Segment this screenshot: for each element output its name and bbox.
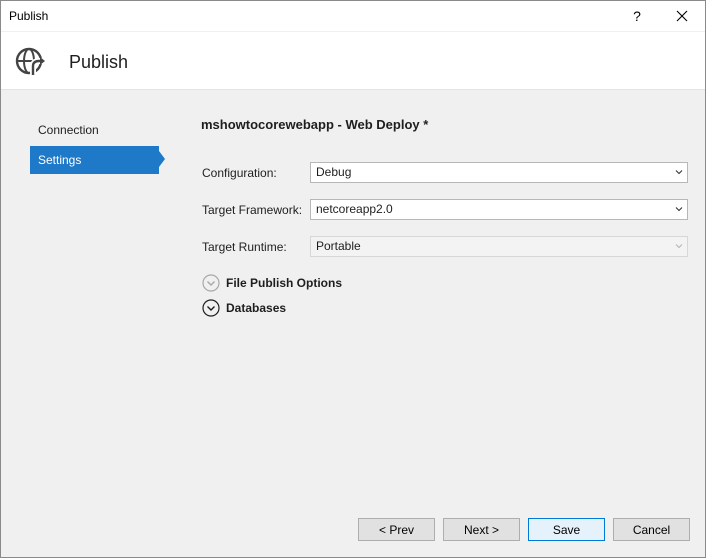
title-bar: Publish ? <box>1 1 705 32</box>
target-framework-label: Target Framework: <box>202 203 303 217</box>
header-banner: Publish <box>1 32 705 90</box>
nav-item-settings[interactable]: Settings <box>30 146 159 174</box>
databases-label: Databases <box>226 301 287 315</box>
help-button[interactable]: ? <box>627 6 647 26</box>
configuration-label: Configuration: <box>202 166 277 180</box>
file-publish-options-label: File Publish Options <box>226 276 343 290</box>
prev-button[interactable]: < Prev <box>358 518 435 541</box>
configuration-select[interactable]: Debug <box>310 162 688 183</box>
target-runtime-value: Portable <box>316 239 361 253</box>
cancel-button[interactable]: Cancel <box>613 518 690 541</box>
publish-dialog: Publish ? Publish Connection Settings ms… <box>0 0 706 558</box>
expand-chevron-icon <box>202 299 220 317</box>
target-framework-select[interactable]: netcoreapp2.0 <box>310 199 688 220</box>
window-title: Publish <box>9 9 49 23</box>
target-runtime-label: Target Runtime: <box>202 240 287 254</box>
chevron-down-icon <box>675 170 683 175</box>
target-framework-value: netcoreapp2.0 <box>316 202 393 216</box>
chevron-down-icon <box>675 207 683 212</box>
expand-chevron-icon <box>202 274 220 292</box>
close-icon <box>676 10 688 22</box>
globe-publish-icon <box>15 47 45 75</box>
configuration-value: Debug <box>316 165 352 179</box>
header-title: Publish <box>69 52 129 72</box>
nav-selection-arrow <box>159 151 165 167</box>
chevron-down-icon <box>675 244 683 249</box>
close-button[interactable] <box>669 5 695 27</box>
save-button[interactable]: Save <box>528 518 605 541</box>
target-runtime-select[interactable]: Portable <box>310 236 688 257</box>
profile-title: mshowtocorewebapp - Web Deploy * <box>201 117 429 132</box>
nav-item-connection[interactable]: Connection <box>30 116 159 144</box>
next-button[interactable]: Next > <box>443 518 520 541</box>
